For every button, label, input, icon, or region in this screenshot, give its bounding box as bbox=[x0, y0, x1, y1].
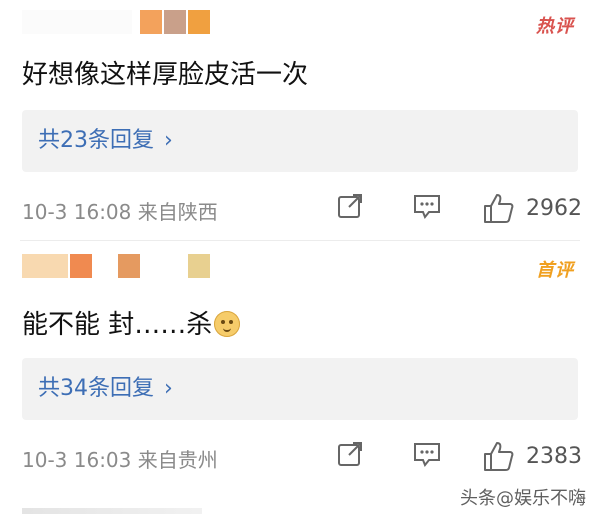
redaction-block bbox=[140, 10, 162, 34]
watermark: 头条@娱乐不嗨 bbox=[460, 488, 586, 509]
redaction-block bbox=[188, 254, 210, 278]
divider bbox=[20, 240, 580, 241]
comment-actions: 2383 bbox=[0, 438, 600, 474]
view-replies-button[interactable]: 共34条回复 › bbox=[22, 358, 578, 420]
view-replies-button[interactable]: 共23条回复 › bbox=[22, 110, 578, 172]
share-icon[interactable] bbox=[336, 440, 364, 472]
chevron-right-icon: › bbox=[164, 376, 173, 401]
comment-text: 能不能 封……杀 bbox=[22, 304, 241, 341]
hot-comment-badge: 热评 bbox=[536, 16, 574, 37]
comment-text-content: 能不能 封……杀 bbox=[22, 310, 213, 340]
doge-emoji-icon bbox=[214, 311, 241, 337]
username-redacted[interactable] bbox=[22, 10, 222, 34]
cut-off-content bbox=[22, 508, 202, 514]
replies-count: 共34条回复 bbox=[38, 376, 154, 401]
comment-text: 好想像这样厚脸皮活一次 bbox=[22, 60, 309, 90]
username-redacted[interactable] bbox=[22, 254, 222, 278]
comment-actions: 2962 bbox=[0, 190, 600, 226]
redaction-block bbox=[22, 254, 68, 278]
redaction-block bbox=[22, 10, 132, 34]
like-count: 2383 bbox=[526, 444, 582, 469]
thumbs-up-icon[interactable] bbox=[482, 192, 516, 228]
redaction-block bbox=[70, 254, 92, 278]
chevron-right-icon: › bbox=[164, 128, 173, 153]
comment-item: 热评 好想像这样厚脸皮活一次 共23条回复 › 10-3 16:08 来自陕西 2… bbox=[0, 0, 600, 240]
like-count: 2962 bbox=[526, 196, 582, 221]
replies-count: 共23条回复 bbox=[38, 128, 154, 153]
comment-icon[interactable] bbox=[412, 440, 442, 472]
redaction-block bbox=[118, 254, 140, 278]
redaction-block bbox=[164, 10, 186, 34]
redaction-block bbox=[188, 10, 210, 34]
thumbs-up-icon[interactable] bbox=[482, 440, 516, 476]
comment-icon[interactable] bbox=[412, 192, 442, 224]
first-comment-badge: 首评 bbox=[536, 260, 574, 281]
share-icon[interactable] bbox=[336, 192, 364, 224]
comment-item: 首评 能不能 封……杀 共34条回复 › 10-3 16:03 来自贵州 2383 bbox=[0, 244, 600, 504]
